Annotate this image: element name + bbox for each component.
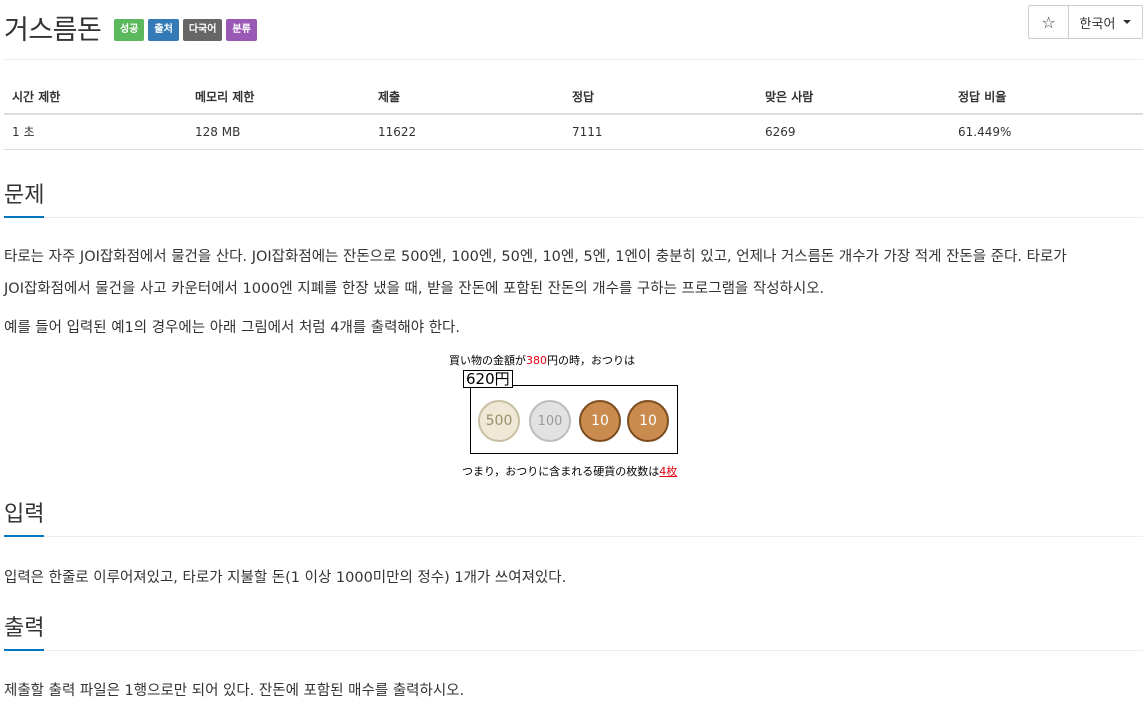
table-row: 1 초 128 MB 11622 7111 6269 61.449% xyxy=(4,114,1143,150)
problem-heading: 문제 xyxy=(4,182,45,218)
value-time-limit: 1 초 xyxy=(4,114,187,150)
problem-description: 타로는 자주 JOI잡화점에서 물건을 산다. JOI잡화점에는 잔돈으로 50… xyxy=(4,241,1143,305)
value-accept-ratio: 61.449% xyxy=(950,114,1143,150)
figure-caption-bottom: つまり，おつりに含まれる硬貨の枚数は4枚 xyxy=(462,463,677,479)
output-section-header: 출력 xyxy=(4,613,1143,651)
problem-figure: 買い物の金額が380円の時，おつりは 620円 500 100 10 10 つま… xyxy=(445,350,715,480)
value-memory-limit: 128 MB xyxy=(187,114,370,150)
value-accepted: 7111 xyxy=(564,114,757,150)
coin-100-icon: 100 xyxy=(529,400,571,442)
caption-bottom-prefix: つまり，おつりに含まれる硬貨の枚数は xyxy=(462,465,660,478)
caption-top-amount: 380 xyxy=(526,354,547,367)
page-title: 거스름돈 xyxy=(4,15,102,46)
input-heading: 입력 xyxy=(4,501,45,537)
divider xyxy=(4,59,1143,60)
caption-top-suffix: 円の時，おつりは xyxy=(547,354,635,367)
header-solved-users: 맞은 사람 xyxy=(757,80,950,115)
header-accept-ratio: 정답 비율 xyxy=(950,80,1143,115)
language-label: 한국어 xyxy=(1079,16,1116,32)
label-category[interactable]: 분류 xyxy=(226,19,257,41)
problem-example-text: 예를 들어 입력된 예1의 경우에는 아래 그림에서 처럼 4개를 출력해야 한… xyxy=(4,320,461,336)
language-dropdown[interactable]: 한국어 xyxy=(1068,5,1143,39)
coin-10-icon: 10 xyxy=(579,400,621,442)
value-solved-users: 6269 xyxy=(757,114,950,150)
caption-bottom-count: 4枚 xyxy=(659,465,678,478)
figure-caption-top: 買い物の金額が380円の時，おつりは xyxy=(449,352,635,368)
problem-labels: 성공 출처 다국어 분류 xyxy=(114,19,257,41)
value-submissions: 11622 xyxy=(370,114,564,150)
table-header-row: 시간 제한 메모리 제한 제출 정답 맞은 사람 정답 비율 xyxy=(4,80,1143,115)
problem-text-line2: JOI잡화점에서 물건을 사고 카운터에서 1000엔 지폐를 한장 냈을 때,… xyxy=(4,281,825,297)
input-section-header: 입력 xyxy=(4,499,1143,537)
caption-top-prefix: 買い物の金額が xyxy=(449,354,526,367)
header-accepted: 정답 xyxy=(564,80,757,115)
header-memory-limit: 메모리 제한 xyxy=(187,80,370,115)
star-icon: ☆ xyxy=(1041,12,1056,32)
header-submissions: 제출 xyxy=(370,80,564,115)
problem-text-line1: 타로는 자주 JOI잡화점에서 물건을 산다. JOI잡화점에는 잔돈으로 50… xyxy=(4,249,1067,265)
coin-10-icon: 10 xyxy=(627,400,669,442)
problem-section-header: 문제 xyxy=(4,180,1143,218)
problem-info-table: 시간 제한 메모리 제한 제출 정답 맞은 사람 정답 비율 1 초 128 M… xyxy=(4,80,1143,150)
coin-box: 500 100 10 10 xyxy=(470,385,678,454)
coin-500-icon: 500 xyxy=(478,400,520,442)
label-success[interactable]: 성공 xyxy=(114,19,145,41)
change-amount-label: 620円 xyxy=(463,370,513,388)
output-heading: 출력 xyxy=(4,615,45,651)
header-time-limit: 시간 제한 xyxy=(4,80,187,115)
label-source[interactable]: 출처 xyxy=(148,19,179,41)
label-multilang[interactable]: 다국어 xyxy=(182,19,223,41)
caret-down-icon xyxy=(1123,20,1132,24)
favorite-button[interactable]: ☆ xyxy=(1028,5,1068,39)
input-description: 입력은 한줄로 이루어져있고, 타로가 지불할 돈(1 이상 1000미만의 정… xyxy=(4,570,567,586)
header-actions: ☆ 한국어 xyxy=(1028,5,1143,39)
title-row: 거스름돈 성공 출처 다국어 분류 xyxy=(4,4,1147,46)
output-description: 제출할 출력 파일은 1행으로만 되어 있다. 잔돈에 포함된 매수를 출력하시… xyxy=(4,683,465,699)
